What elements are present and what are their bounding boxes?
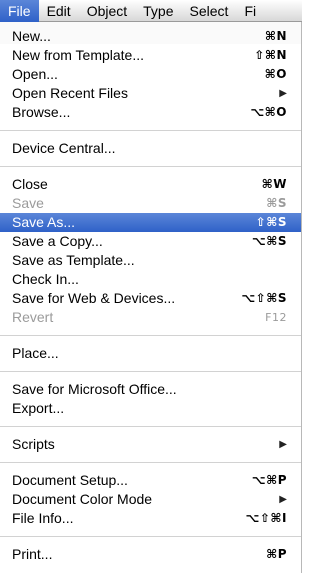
menu-item-save-a-copy[interactable]: Save a Copy... ⌥⌘S [0,232,301,251]
menu-item-save-as-template[interactable]: Save as Template... [0,251,301,270]
menubar-item-edit[interactable]: Edit [39,0,79,22]
menu-item-shortcut: ⌘P [266,547,287,561]
menubar-item-type[interactable]: Type [135,0,181,22]
menu-item-label: New... [12,28,51,44]
menu-item-new-from-template[interactable]: New from Template... ⇧⌘N [0,46,301,65]
menu-item-label: Export... [12,400,65,416]
menu-item-label: Open... [12,66,58,82]
menu-item-shortcut: ⌘S [266,196,287,210]
menu-separator [0,130,301,131]
menu-item-label: Place... [12,345,59,361]
menu-item-shortcut: ⌘O [264,67,287,81]
menubar-item-select[interactable]: Select [182,0,237,22]
menu-item-print[interactable]: Print... ⌘P [0,545,301,564]
menu-item-shortcut: ⌥⇧⌘I [245,511,287,525]
menu-item-save-as[interactable]: Save As... ⇧⌘S [0,213,301,232]
menu-item-label: Device Central... [12,140,116,156]
menubar-item-object[interactable]: Object [79,0,135,22]
menu-item-document-color-mode[interactable]: Document Color Mode ▶ [0,490,301,509]
menu-separator [0,335,301,336]
menubar-item-filter[interactable]: Fi [236,0,264,22]
file-menu: New... ⌘N New from Template... ⇧⌘N Open... ⌘O… [0,22,302,573]
menu-item-new[interactable]: New... ⌘N [0,27,301,46]
menubar-item-file[interactable]: File [0,0,39,22]
submenu-arrow-icon: ▶ [279,494,287,505]
menu-item-label: New from Template... [12,47,145,63]
menu-item-scripts[interactable]: Scripts ▶ [0,435,301,454]
menu-item-open-recent-files[interactable]: Open Recent Files ▶ [0,84,301,103]
menu-item-save-for-microsoft-office[interactable]: Save for Microsoft Office... [0,380,301,399]
menu-item-shortcut: ⌥⇧⌘S [241,291,287,305]
menu-item-file-info[interactable]: File Info... ⌥⇧⌘I [0,509,301,528]
menu-item-label: Close [12,176,48,192]
menu-separator [0,166,301,167]
menu-item-save: Save ⌘S [0,194,301,213]
menu-item-label: Document Color Mode [12,491,153,507]
menu-item-document-setup[interactable]: Document Setup... ⌥⌘P [0,471,301,490]
file-menu-items: New... ⌘N New from Template... ⇧⌘N Open... ⌘O… [0,27,301,564]
menu-item-shortcut: F12 [265,311,287,324]
submenu-arrow-icon: ▶ [279,88,287,99]
menu-item-label: Save [12,195,44,211]
menu-item-browse[interactable]: Browse... ⌥⌘O [0,103,301,122]
menu-item-shortcut: ⇧⌘N [254,48,287,62]
menu-separator [0,426,301,427]
menu-item-label: Document Setup... [12,472,128,488]
menu-item-shortcut: ⌥⌘O [250,105,287,119]
menu-item-label: Revert [12,309,54,325]
menu-item-label: File Info... [12,510,74,526]
menu-item-label: Scripts [12,436,55,452]
menu-item-device-central[interactable]: Device Central... [0,139,301,158]
menu-item-label: Save As... [12,214,76,230]
menu-item-revert: Revert F12 [0,308,301,327]
submenu-arrow-icon: ▶ [279,439,287,450]
menu-item-shortcut: ⇧⌘S [255,215,287,229]
menu-item-label: Print... [12,546,53,562]
menu-item-shortcut: ⌘N [264,29,287,43]
menu-item-save-for-web-and-devices[interactable]: Save for Web & Devices... ⌥⇧⌘S [0,289,301,308]
menu-item-label: Check In... [12,271,79,287]
menu-item-label: Save for Microsoft Office... [12,381,177,397]
menu-item-open[interactable]: Open... ⌘O [0,65,301,84]
menu-item-label: Save as Template... [12,252,135,268]
menu-item-label: Save for Web & Devices... [12,290,176,306]
menu-item-label: Browse... [12,104,71,120]
menu-item-label: Open Recent Files [12,85,128,101]
menu-separator [0,371,301,372]
menu-item-close[interactable]: Close ⌘W [0,175,301,194]
menubar: File Edit Object Type Select Fi [0,0,302,22]
menu-item-shortcut: ⌥⌘S [251,234,287,248]
menu-item-shortcut: ⌘W [261,177,287,191]
menu-item-shortcut: ⌥⌘P [251,473,287,487]
menu-separator [0,462,301,463]
menu-item-check-in[interactable]: Check In... [0,270,301,289]
menu-item-place[interactable]: Place... [0,344,301,363]
menu-separator [0,536,301,537]
menu-item-export[interactable]: Export... [0,399,301,418]
menu-item-label: Save a Copy... [12,233,103,249]
